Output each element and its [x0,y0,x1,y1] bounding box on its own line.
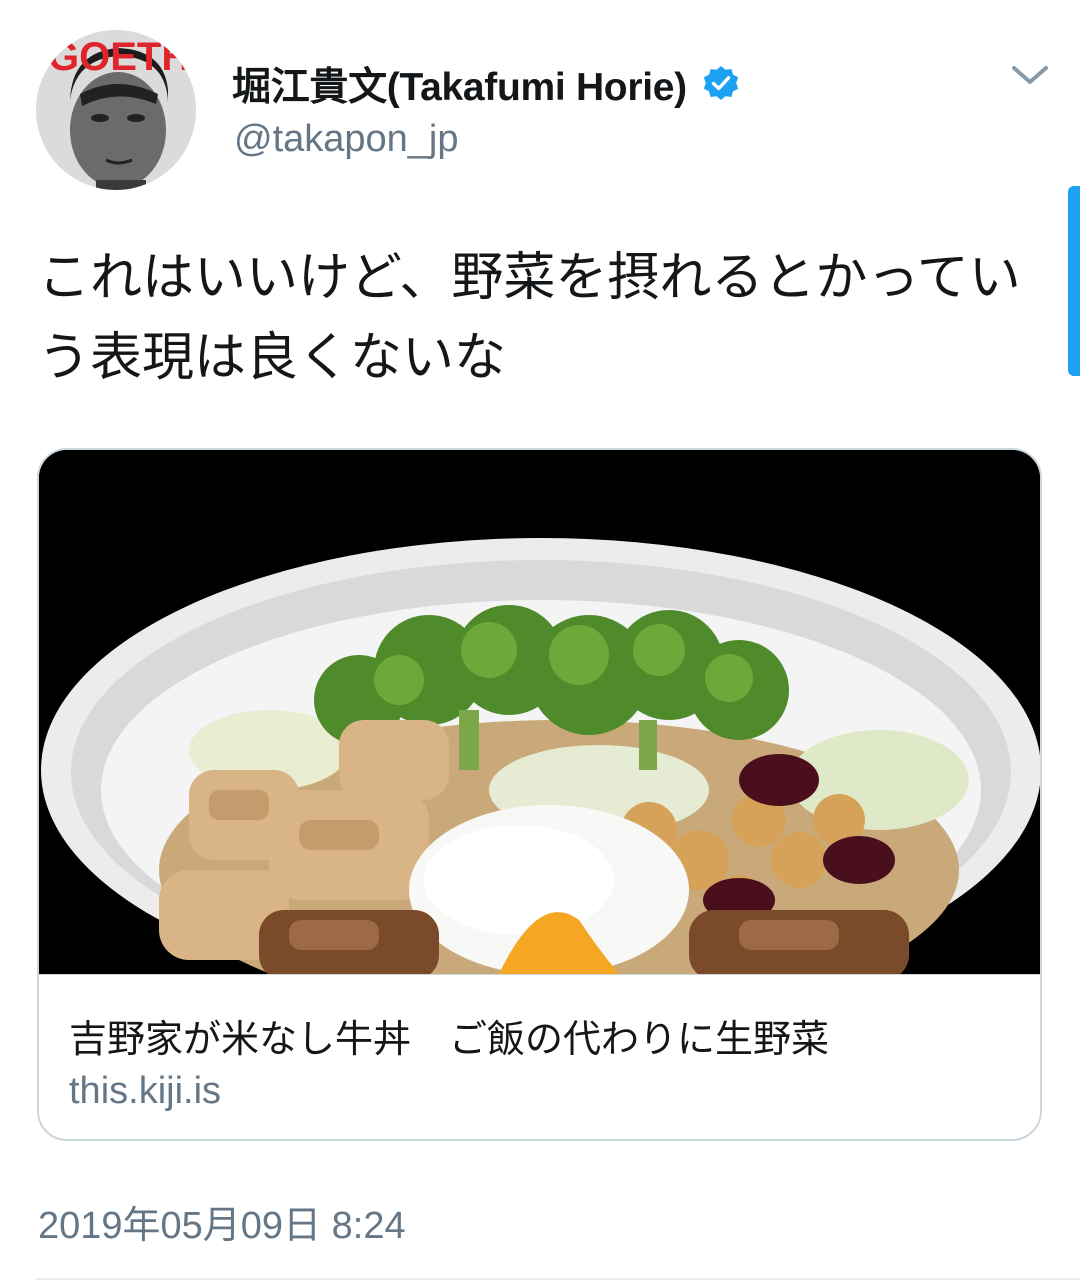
author-handle[interactable]: @takapon_jp [234,118,459,161]
avatar[interactable]: GOETHE [36,30,196,190]
link-card-image [39,450,1040,974]
scrollbar[interactable] [1068,186,1080,376]
verified-badge-icon [703,66,739,100]
author-name-row: 堀江貴文(Takafumi Horie) [232,58,741,110]
display-name[interactable]: 堀江貴文(Takafumi Horie) [232,56,687,112]
divider [36,1278,1080,1280]
tweet-timestamp[interactable]: 2019年05月09日 8:24 [38,1194,406,1249]
link-card-title[interactable]: 吉野家が米なし牛丼 ご飯の代わりに生野菜 [69,1008,829,1063]
link-card-domain[interactable]: this.kiji.is [69,1070,221,1113]
link-card[interactable]: 吉野家が米なし牛丼 ご飯の代わりに生野菜 this.kiji.is [37,448,1042,1141]
svg-text:GOETHE: GOETHE [48,35,196,79]
avatar-photo-icon: GOETHE [36,30,196,190]
tweet-text: これはいいけど、野菜を摂れるとかっていう表現は良くないな [38,248,1021,388]
food-bowl-photo-icon [39,450,1040,974]
chevron-down-icon[interactable] [1008,58,1052,94]
card-divider [39,974,1040,975]
